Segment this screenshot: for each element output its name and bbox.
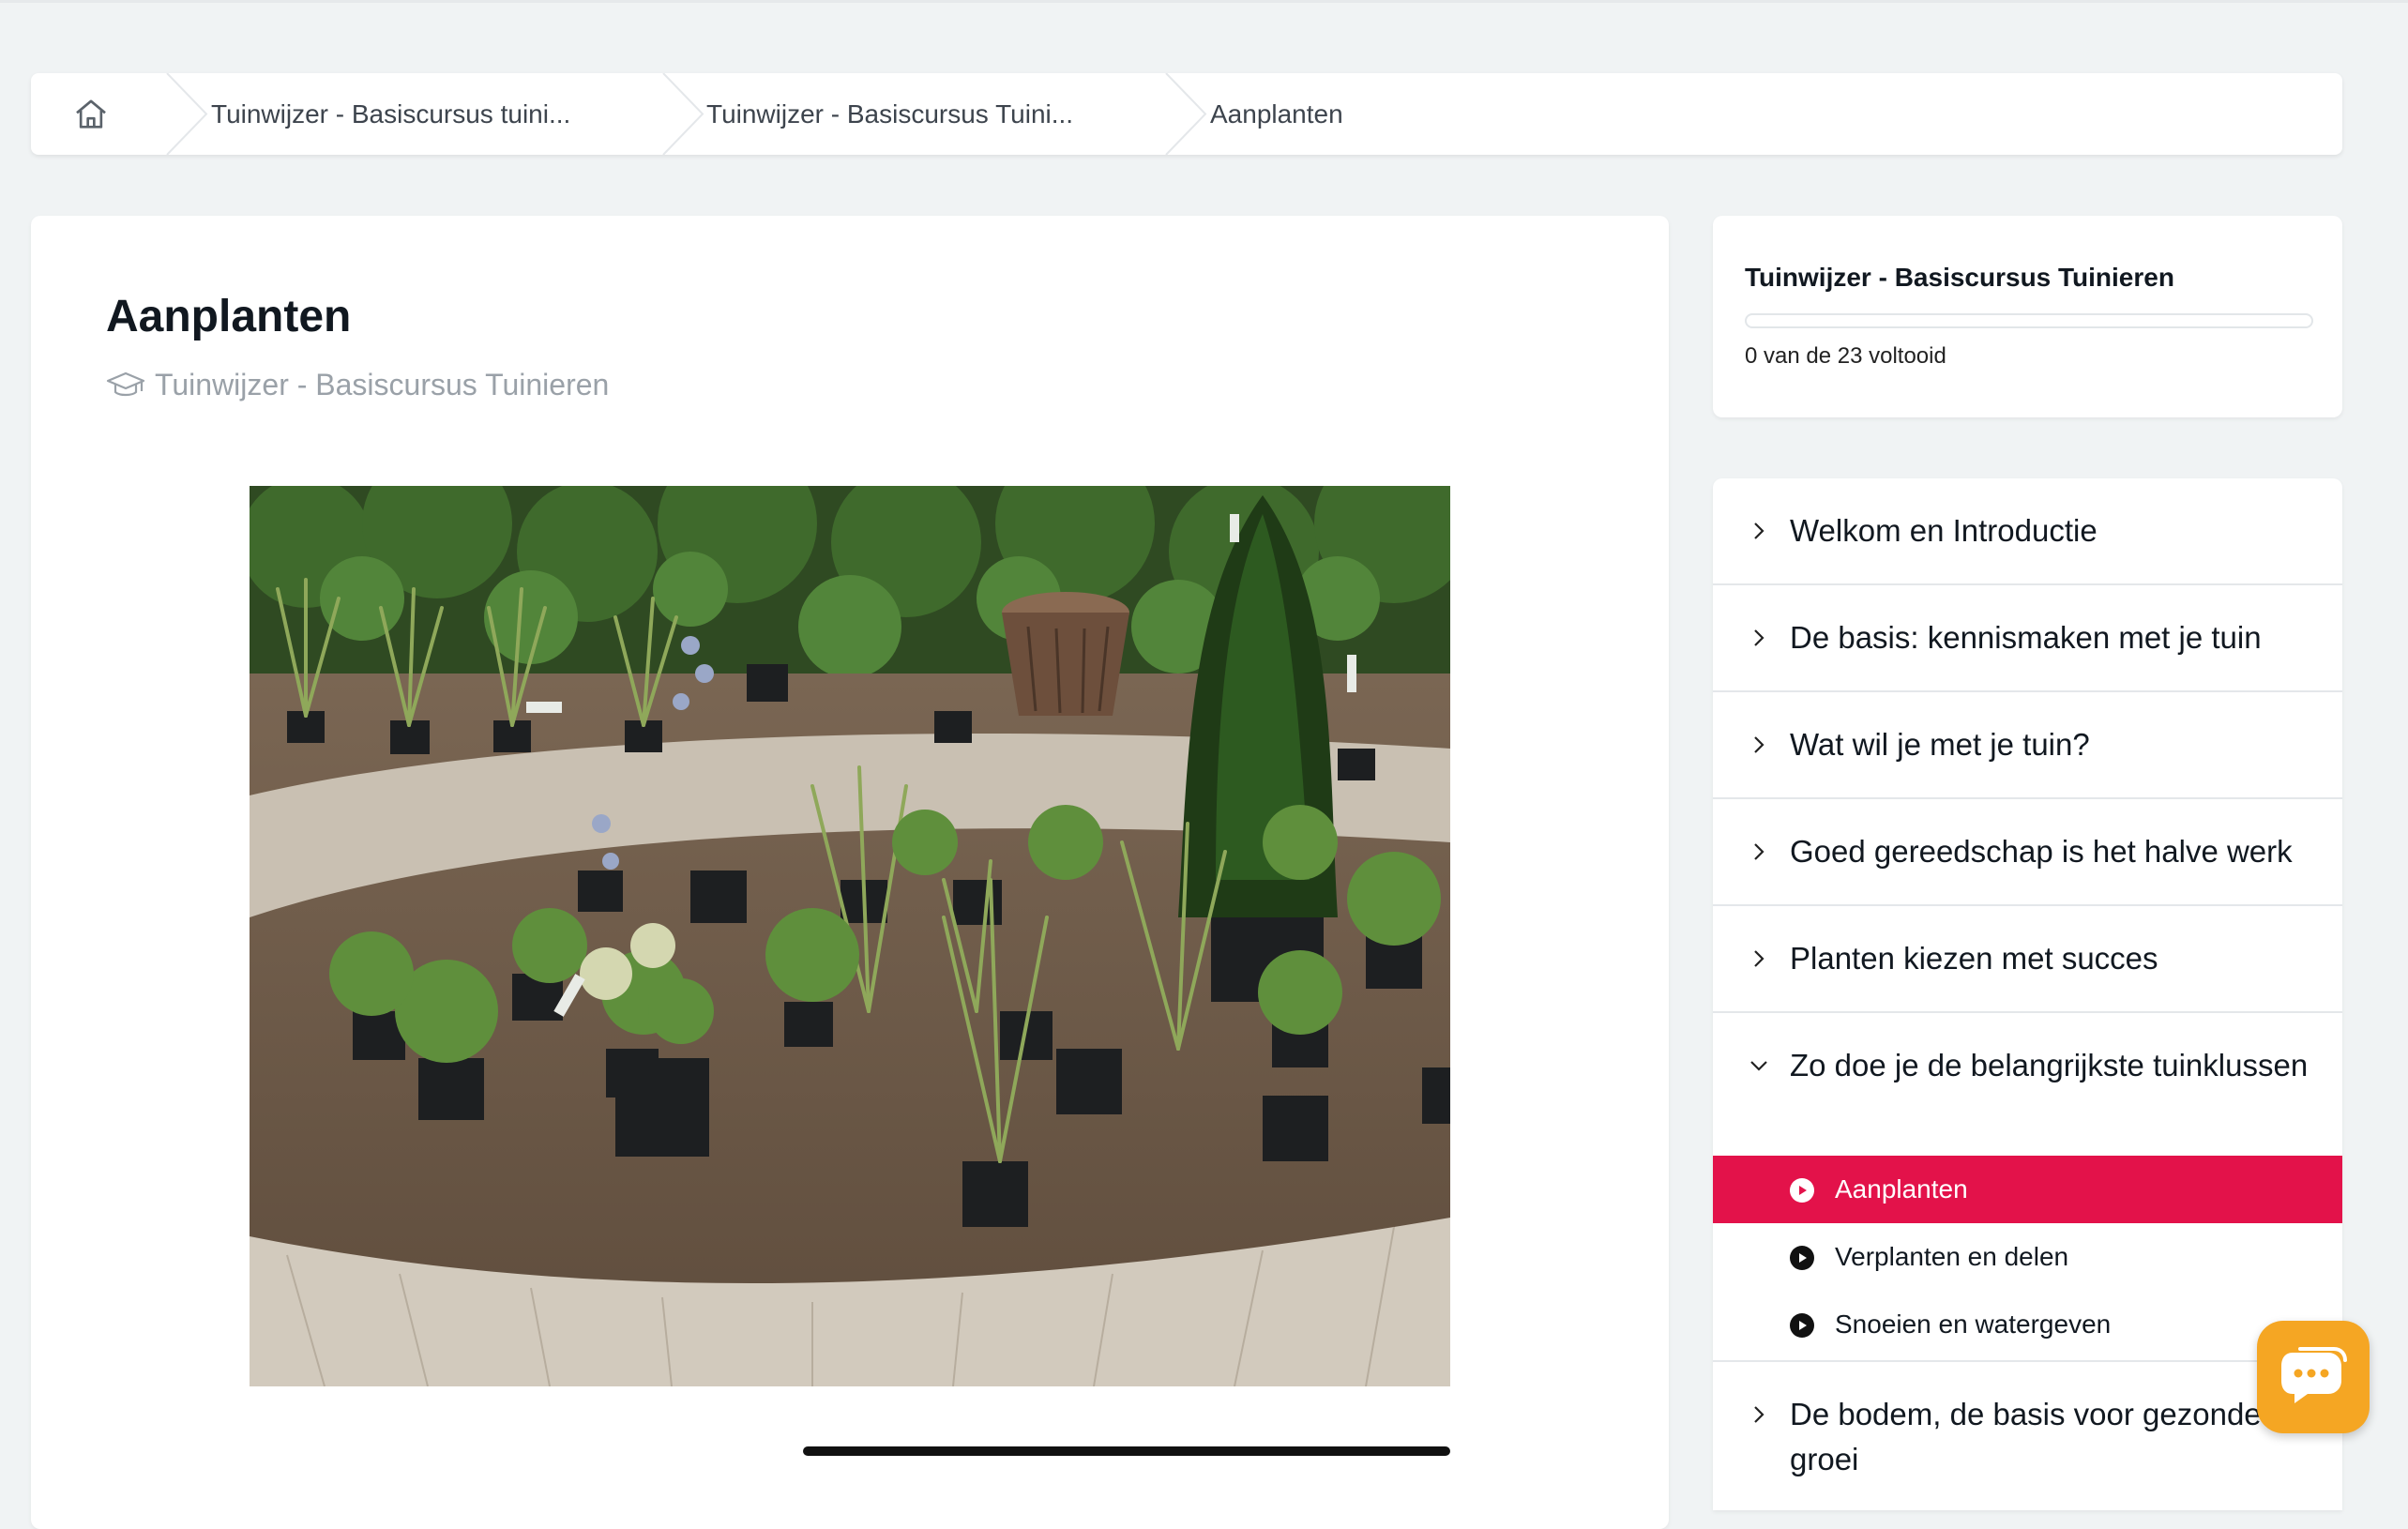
breadcrumb-separator <box>662 73 704 155</box>
breadcrumb-item-current: Aanplanten <box>1210 99 1343 129</box>
lesson-item-active[interactable]: Aanplanten <box>1713 1156 2342 1223</box>
play-circle-icon <box>1790 1246 1814 1270</box>
graduation-cap-icon <box>106 371 145 397</box>
video-progress-bar[interactable] <box>803 1446 1450 1456</box>
module-header[interactable]: Zo doe je de belangrijkste tuinklussen <box>1713 1013 2342 1156</box>
garden-planting-photo[interactable] <box>250 486 1450 1386</box>
chevron-right-icon <box>1754 736 1764 753</box>
module-item[interactable]: Welkom en Introductie <box>1713 478 2342 585</box>
module-item[interactable]: Goed gereedschap is het halve werk <box>1713 799 2342 906</box>
module-label: Goed gereedschap is het halve werk <box>1790 834 2293 869</box>
lesson-item[interactable]: Verplanten en delen <box>1713 1223 2342 1291</box>
chevron-right-icon <box>1754 843 1764 860</box>
module-list: Welkom en Introductie De basis: kennisma… <box>1713 478 2342 1510</box>
module-label: Welkom en Introductie <box>1790 513 2098 548</box>
module-label: Zo doe je de belangrijkste tuinklussen <box>1790 1048 2309 1082</box>
module-label: Planten kiezen met succes <box>1790 941 2158 976</box>
module-item[interactable]: De basis: kennismaken met je tuin <box>1713 585 2342 692</box>
chevron-right-icon <box>1754 1406 1764 1423</box>
course-title: Tuinwijzer - Basiscursus Tuinieren <box>1745 263 2174 292</box>
chevron-down-icon <box>1750 1061 1767 1071</box>
home-icon[interactable] <box>72 96 110 133</box>
module-item[interactable]: Wat wil je met je tuin? <box>1713 692 2342 799</box>
top-border <box>0 0 2408 3</box>
chevron-right-icon <box>1754 522 1764 539</box>
play-circle-icon <box>1790 1313 1814 1338</box>
play-circle-icon <box>1790 1178 1814 1203</box>
breadcrumb-item-module[interactable]: Tuinwijzer - Basiscursus Tuini... <box>706 73 1073 155</box>
breadcrumb-separator <box>1165 73 1207 155</box>
chevron-right-icon <box>1754 629 1764 646</box>
module-label: Wat wil je met je tuin? <box>1790 727 2090 762</box>
course-progress-card: Tuinwijzer - Basiscursus Tuinieren 0 van… <box>1713 216 2342 417</box>
chevron-right-icon <box>1754 950 1764 967</box>
module-item-expanded: Zo doe je de belangrijkste tuinklussen A… <box>1713 1013 2342 1362</box>
lesson-content: Aanplanten Tuinwijzer - Basiscursus Tuin… <box>31 216 1669 1529</box>
breadcrumb-item-course[interactable]: Tuinwijzer - Basiscursus tuini... <box>211 73 570 155</box>
module-item[interactable]: De bodem, de basis voor gezonde groei <box>1713 1362 2342 1510</box>
lesson-label: Snoeien en watergeven <box>1835 1309 2112 1339</box>
chat-bubble-icon <box>2281 1347 2347 1403</box>
lesson-item[interactable]: Snoeien en watergeven <box>1713 1291 2342 1358</box>
course-link[interactable]: Tuinwijzer - Basiscursus Tuinieren <box>106 366 609 403</box>
chat-button[interactable] <box>2257 1321 2370 1433</box>
module-item[interactable]: Planten kiezen met succes <box>1713 906 2342 1013</box>
breadcrumb: Tuinwijzer - Basiscursus tuini... Tuinwi… <box>31 73 2342 155</box>
page-title: Aanplanten <box>106 292 352 341</box>
module-label: De bodem, de basis voor gezonde groei <box>1790 1397 2262 1476</box>
course-name: Tuinwijzer - Basiscursus Tuinieren <box>155 367 610 401</box>
lesson-label: Aanplanten <box>1835 1174 1968 1204</box>
progress-bar <box>1745 313 2313 328</box>
breadcrumb-separator <box>166 73 208 155</box>
lesson-label: Verplanten en delen <box>1835 1242 2069 1271</box>
progress-status: 0 van de 23 voltooid <box>1745 343 1946 369</box>
module-label: De basis: kennismaken met je tuin <box>1790 620 2262 655</box>
